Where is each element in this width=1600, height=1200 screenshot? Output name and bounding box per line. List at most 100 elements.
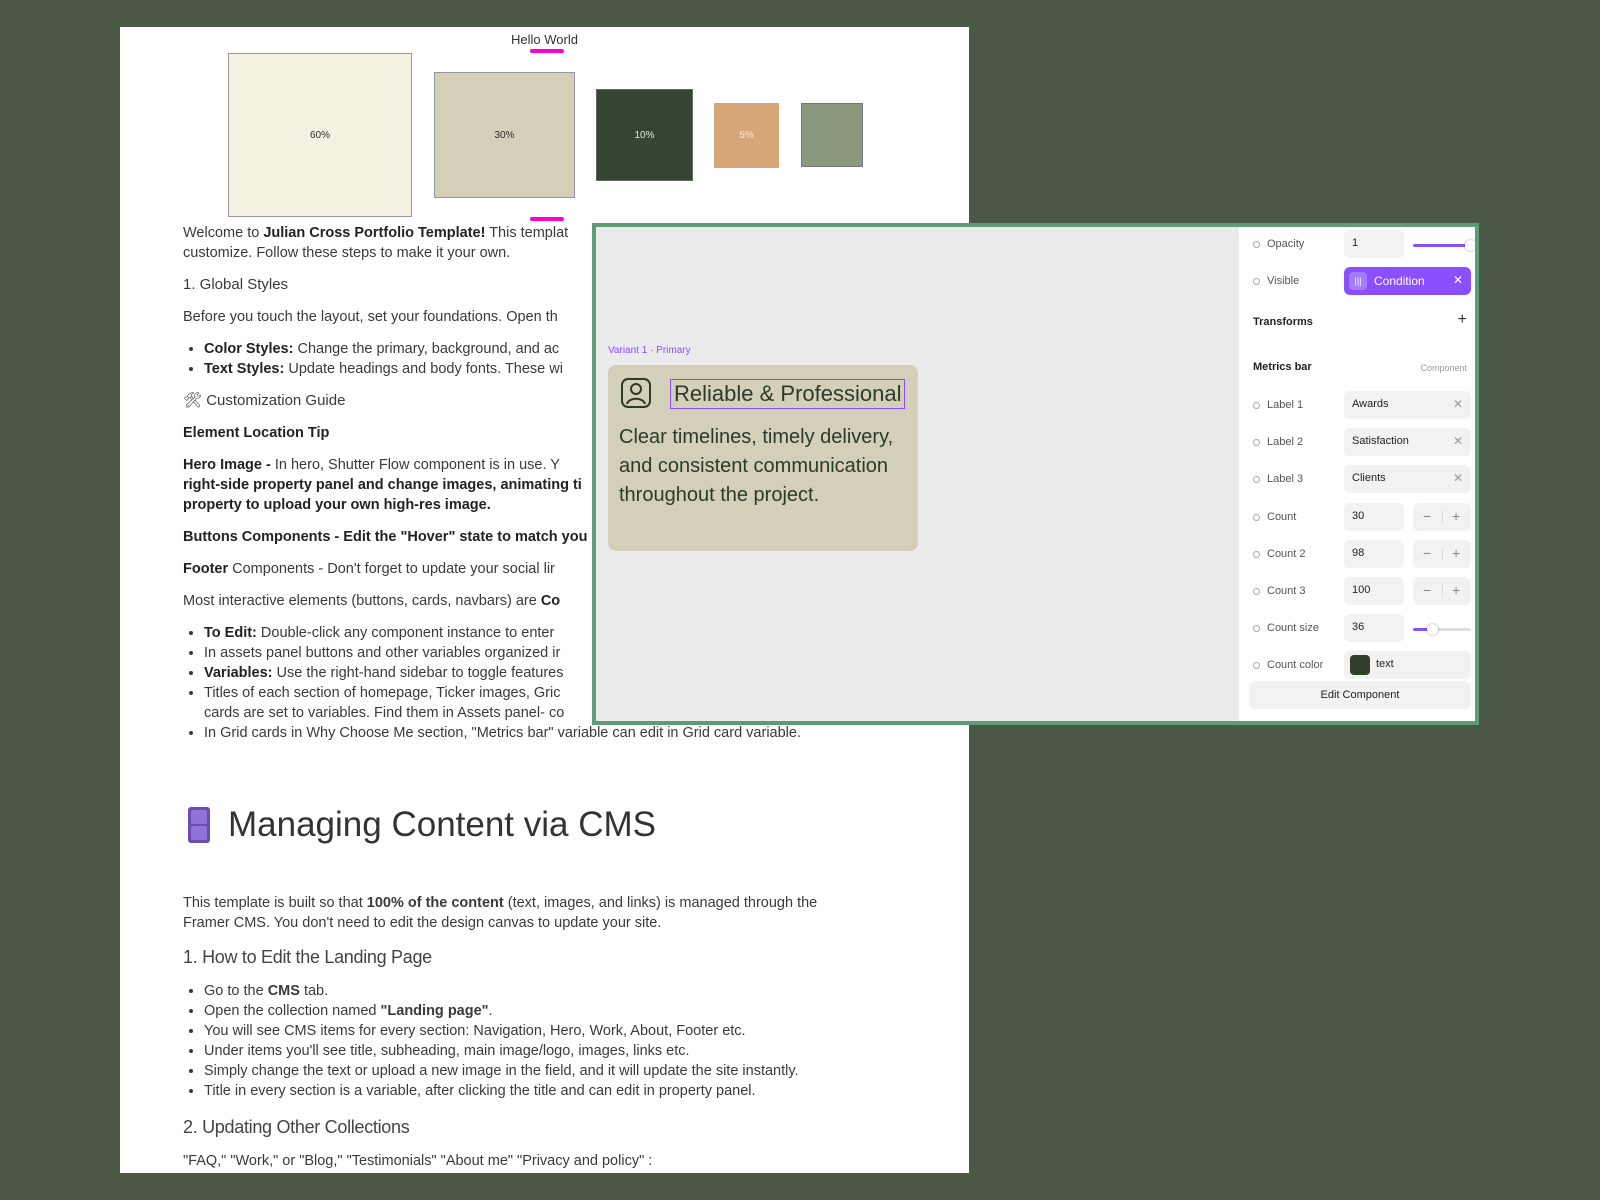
variable-dot-icon[interactable] xyxy=(1253,588,1260,595)
plus-icon[interactable]: + xyxy=(1452,508,1460,524)
variant-label[interactable]: Variant 1 · Primary xyxy=(608,345,691,356)
count-color-row: Count color text xyxy=(1239,651,1475,681)
text-styles-bold: Text Styles: xyxy=(204,361,285,377)
variable-dot-icon[interactable] xyxy=(1253,662,1260,669)
condition-text: Condition xyxy=(1374,274,1425,288)
variable-dot-icon[interactable] xyxy=(1253,439,1260,446)
buttons-bold: Buttons xyxy=(183,529,238,545)
count-size-input[interactable]: 36 xyxy=(1344,614,1404,642)
close-icon[interactable]: ✕ xyxy=(1453,471,1463,485)
plus-icon[interactable]: + xyxy=(1452,582,1460,598)
swatch-5-label: 5% xyxy=(739,130,754,141)
cms-pre: This template is built so that xyxy=(183,895,367,911)
variables-bold: Variables: xyxy=(204,665,273,681)
cms-post: (text, images, and links) is managed thr… xyxy=(503,895,818,911)
count-size-slider[interactable] xyxy=(1413,624,1471,635)
list-item: Simply change the text or upload a new i… xyxy=(204,1061,903,1081)
variable-dot-icon[interactable] xyxy=(1253,551,1260,558)
list-item: In Grid cards in Why Choose Me section, … xyxy=(204,723,883,743)
b1-bold: CMS xyxy=(267,983,300,999)
minus-icon[interactable]: − xyxy=(1423,508,1431,524)
file-cabinet-icon xyxy=(188,807,210,843)
count-color-value: text xyxy=(1376,658,1394,670)
card-title[interactable]: Reliable & Professional xyxy=(670,379,906,409)
color-styles-bold: Color Styles: xyxy=(204,341,294,357)
count-size-label: Count size xyxy=(1267,622,1319,634)
opacity-knob[interactable] xyxy=(1465,240,1475,251)
variable-dot-icon[interactable] xyxy=(1253,476,1260,483)
variables-text: Use the right-hand sidebar to toggle fea… xyxy=(272,665,564,681)
count3-input[interactable]: 100 xyxy=(1344,577,1404,605)
close-icon[interactable]: ✕ xyxy=(1453,273,1463,287)
label2-label: Label 2 xyxy=(1267,436,1304,448)
to-edit-text: Double-click any component instance to e… xyxy=(256,625,555,641)
list-item: Under items you'll see title, subheading… xyxy=(204,1041,903,1061)
cms-instructions: This template is built so that 100% of t… xyxy=(183,893,903,1173)
count-stepper[interactable]: − + xyxy=(1413,503,1471,531)
variable-dot-icon[interactable] xyxy=(1253,625,1260,632)
cms-heading: Managing Content via CMS xyxy=(188,805,656,845)
hero-bold: Hero Image - xyxy=(183,457,275,473)
buttons-text: Components - Edit the "Hover" state to m… xyxy=(237,529,588,545)
most-bold: Co xyxy=(540,593,561,609)
label1-input[interactable]: Awards ✕ xyxy=(1344,391,1471,419)
component-tag: Component xyxy=(1420,363,1467,373)
edit-component-button[interactable]: Edit Component xyxy=(1249,681,1471,709)
hero-line3: property to upload your own high-res ima… xyxy=(183,497,491,513)
close-icon[interactable]: ✕ xyxy=(1453,397,1463,411)
intro-bold: Julian Cross Portfolio Template! xyxy=(263,225,486,241)
plus-icon[interactable]: + xyxy=(1452,545,1460,561)
variable-dot-icon[interactable] xyxy=(1253,278,1260,285)
label2-input[interactable]: Satisfaction ✕ xyxy=(1344,428,1471,456)
swatch-60-label: 60% xyxy=(309,129,330,141)
opacity-fill xyxy=(1413,244,1471,247)
condition-chip[interactable]: ||| Condition ✕ xyxy=(1344,267,1471,295)
text-styles-text: Update headings and body fonts. These wi xyxy=(284,361,563,377)
count-input[interactable]: 30 xyxy=(1344,503,1404,531)
titles-text: Titles of each section of homepage, Tick… xyxy=(204,685,561,701)
count-size-knob[interactable] xyxy=(1427,624,1439,635)
updating-heading: 2. Updating Other Collections xyxy=(183,1117,410,1137)
variable-dot-icon[interactable] xyxy=(1253,514,1260,521)
opacity-slider[interactable] xyxy=(1413,240,1475,251)
variable-dot-icon[interactable] xyxy=(1253,402,1260,409)
condition-icon: ||| xyxy=(1349,272,1367,290)
metrics-card[interactable]: Reliable & Professional Clear timelines,… xyxy=(608,365,918,551)
to-edit-bold: To Edit: xyxy=(204,625,257,641)
count2-stepper[interactable]: − + xyxy=(1413,540,1471,568)
intro-line2: customize. Follow these steps to make it… xyxy=(183,245,511,261)
pink-highlight-bottom xyxy=(530,217,564,221)
count-color-input[interactable]: text xyxy=(1344,651,1471,679)
close-icon[interactable]: ✕ xyxy=(1453,434,1463,448)
element-tip-bold: Element Location Tip xyxy=(183,425,330,441)
hero-line2: right-side property panel and change ima… xyxy=(183,477,582,493)
color-styles-text: Change the primary, background, and ac xyxy=(293,341,560,357)
intro-post: This templat xyxy=(485,225,569,241)
opacity-input[interactable]: 1 xyxy=(1344,230,1404,258)
collections-line: "FAQ," "Work," or "Blog," "Testimonials"… xyxy=(183,1153,653,1169)
color-swatch[interactable] xyxy=(1350,655,1370,675)
b1-pre: Go to the xyxy=(204,983,268,999)
plus-icon[interactable]: + xyxy=(1458,311,1467,329)
visible-label: Visible xyxy=(1267,275,1300,287)
minus-icon[interactable]: − xyxy=(1423,582,1431,598)
how-edit-heading: 1. How to Edit the Landing Page xyxy=(183,947,432,967)
label3-input[interactable]: Clients ✕ xyxy=(1344,465,1471,493)
minus-icon[interactable]: − xyxy=(1423,545,1431,561)
label3-label: Label 3 xyxy=(1267,473,1304,485)
label1-label: Label 1 xyxy=(1267,399,1304,411)
count3-stepper[interactable]: − + xyxy=(1413,577,1471,605)
swatch-10-label: 10% xyxy=(634,129,655,141)
count2-row: Count 2 98 − + xyxy=(1239,540,1475,570)
list-item: You will see CMS items for every section… xyxy=(204,1021,903,1041)
label3-value: Clients xyxy=(1352,472,1386,484)
label1-row: Label 1 Awards ✕ xyxy=(1239,391,1475,421)
landing-steps-list: Go to the CMS tab. Open the collection n… xyxy=(183,981,903,1101)
count2-input[interactable]: 98 xyxy=(1344,540,1404,568)
count-color-label: Count color xyxy=(1267,659,1324,671)
variable-dot-icon[interactable] xyxy=(1253,241,1260,248)
most-text: Most interactive elements (buttons, card… xyxy=(183,593,541,609)
opacity-label: Opacity xyxy=(1267,238,1305,250)
hello-world-label: Hello World xyxy=(511,32,578,47)
card-text[interactable]: Clear timelines, timely delivery, and co… xyxy=(619,423,909,510)
